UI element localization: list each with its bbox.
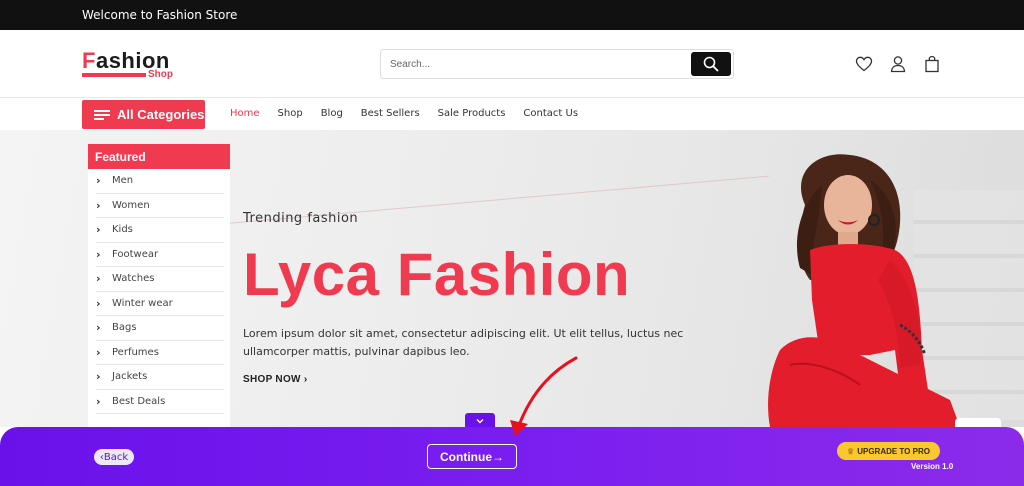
category-item-bags[interactable]: › Bags xyxy=(96,316,224,341)
all-categories-button[interactable]: All Categories xyxy=(82,100,205,129)
category-item-winter-wear[interactable]: › Winter wear xyxy=(96,292,224,316)
heart-icon[interactable] xyxy=(855,55,873,73)
site-header: Fashion Shop xyxy=(0,30,1024,98)
shop-now-link[interactable]: SHOP NOW › xyxy=(243,374,308,385)
chevron-right-icon: › xyxy=(96,321,101,335)
site-logo[interactable]: Fashion Shop xyxy=(82,48,182,82)
category-item-perfumes[interactable]: › Perfumes xyxy=(96,341,224,365)
arrow-right-icon: → xyxy=(492,449,504,464)
chevron-right-icon: › xyxy=(96,198,101,212)
featured-heading: Featured xyxy=(88,144,230,169)
chevron-right-icon: › xyxy=(96,174,101,188)
continue-button[interactable]: Continue → xyxy=(427,444,517,469)
menu-icon xyxy=(94,110,110,120)
nav-link-home[interactable]: Home xyxy=(230,108,260,119)
chevron-right-icon: › xyxy=(96,394,101,408)
nav-link-blog[interactable]: Blog xyxy=(321,108,343,119)
nav-link-sale-products[interactable]: Sale Products xyxy=(438,108,506,119)
logo-underline xyxy=(82,73,146,77)
category-list: › Men › Women › Kids › Footwear › Watches › Wi… xyxy=(88,169,230,414)
main-navigation: All Categories Home Shop Blog Best Selle… xyxy=(0,98,1024,130)
crown-icon: ♛ xyxy=(847,446,855,456)
welcome-text: Welcome to Fashion Store xyxy=(82,8,238,22)
category-item-best-deals[interactable]: › Best Deals xyxy=(96,390,224,414)
category-item-kids[interactable]: › Kids xyxy=(96,218,224,243)
hero-description: Lorem ipsum dolor sit amet, consectetur … xyxy=(243,327,684,358)
category-item-men[interactable]: › Men xyxy=(96,169,224,194)
chevron-right-icon: › xyxy=(96,370,101,384)
chevron-right-icon: › xyxy=(96,296,101,310)
chevron-right-icon: › xyxy=(96,223,101,237)
upgrade-to-pro-button[interactable]: ♛ UPGRADE TO PRO xyxy=(837,442,940,460)
hero-title: Lyca Fashion xyxy=(243,241,631,308)
chevron-right-icon: › xyxy=(303,374,308,385)
top-announcement-bar: Welcome to Fashion Store xyxy=(0,0,1024,30)
chevron-right-icon: › xyxy=(96,345,101,359)
back-button[interactable]: ‹ Back xyxy=(94,449,134,465)
version-label: Version 1.0 xyxy=(911,462,954,471)
category-item-women[interactable]: › Women xyxy=(96,194,224,218)
user-icon[interactable] xyxy=(889,55,907,73)
chevron-right-icon: › xyxy=(96,247,101,261)
nav-links: Home Shop Blog Best Sellers Sale Product… xyxy=(230,108,596,119)
all-categories-label: All Categories xyxy=(117,107,205,122)
search-icon xyxy=(703,56,719,72)
nav-link-shop[interactable]: Shop xyxy=(278,108,303,119)
category-item-watches[interactable]: › Watches xyxy=(96,267,224,292)
search-button[interactable] xyxy=(691,52,731,76)
search-input[interactable] xyxy=(381,50,691,78)
search-box xyxy=(380,49,734,79)
category-item-footwear[interactable]: › Footwear xyxy=(96,243,224,267)
featured-sidebar: Featured › Men › Women › Kids › Footwear › Wa… xyxy=(88,144,230,427)
nav-link-contact-us[interactable]: Contact Us xyxy=(523,108,578,119)
category-item-jackets[interactable]: › Jackets xyxy=(96,365,224,390)
logo-subtext: Shop xyxy=(148,69,173,80)
chevron-down-icon xyxy=(476,419,484,424)
nav-link-best-sellers[interactable]: Best Sellers xyxy=(361,108,420,119)
hero-kicker: Trending fashion xyxy=(243,211,359,226)
chevron-right-icon: › xyxy=(96,272,101,286)
bag-icon[interactable] xyxy=(923,55,941,73)
hero-model-image xyxy=(768,154,960,427)
